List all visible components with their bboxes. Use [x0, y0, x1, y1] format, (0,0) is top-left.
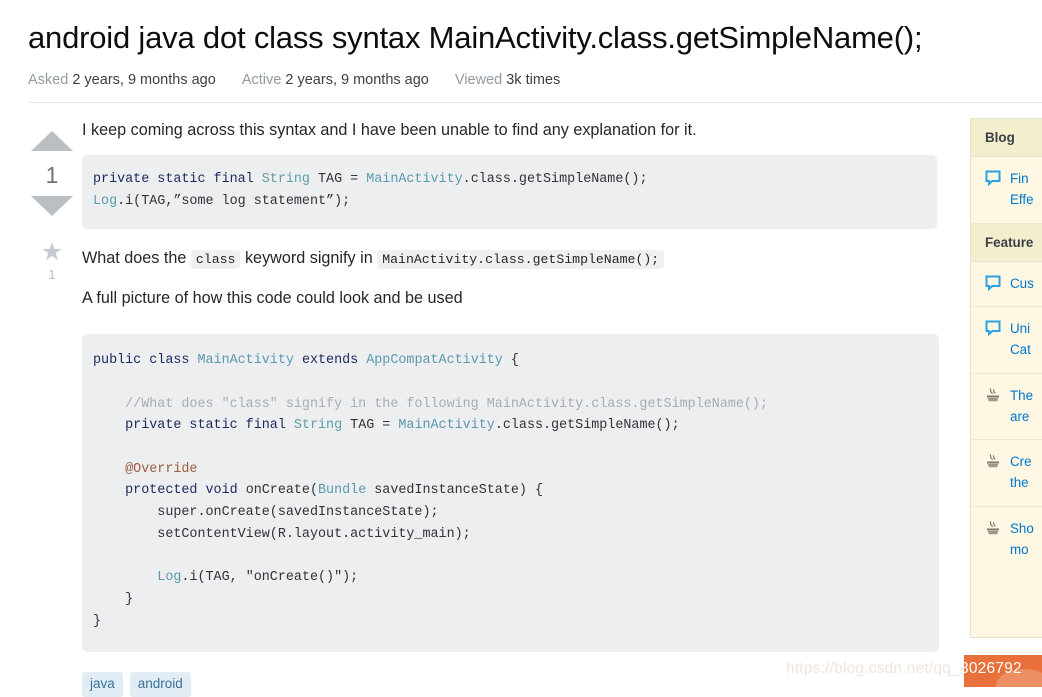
code2-l1-tail: { — [502, 353, 519, 369]
post-paragraph-1: I keep coming across this syntax and I h… — [82, 120, 697, 139]
code1-type-1: String — [261, 172, 310, 188]
code1-tail-1: .class.getSimpleName(); — [462, 172, 648, 188]
tag-java[interactable]: java — [82, 672, 123, 697]
sidebar-item-line2: Effe — [1010, 191, 1034, 207]
code2-l7-tail: savedInstanceState) { — [366, 483, 544, 499]
hot-meta-icon — [985, 453, 1001, 471]
question-body: 1 ★ 1 I keep coming across this syntax a… — [0, 103, 1042, 697]
question-line-middle: keyword signify in — [240, 248, 378, 267]
code2-l1-kw2: extends — [293, 353, 367, 369]
stat-asked-label: Asked — [28, 71, 69, 88]
sidebar-item-line1: Cre — [1010, 454, 1032, 470]
code2-l1-cls2: AppCompatActivity — [366, 353, 503, 369]
code2-l1-kw: public class — [93, 353, 198, 369]
hot-meta-icon — [985, 520, 1001, 538]
sidebar-item-line1: The — [1010, 387, 1034, 403]
stat-asked-value: 2 years, 9 months ago — [72, 71, 216, 88]
code2-l9: setContentView(R.layout.activity_main); — [93, 526, 471, 542]
code2-l11-cls: Log — [93, 570, 182, 586]
stat-viewed-value: 3k times — [506, 71, 561, 88]
speech-bubble-icon — [985, 275, 1001, 293]
question-line-before: What does the — [82, 248, 191, 267]
post-content: I keep coming across this syntax and I h… — [82, 103, 1042, 697]
stat-active: Active 2 years, 9 months ago — [242, 72, 429, 88]
code2-l8: super.onCreate(savedInstanceState); — [93, 505, 439, 521]
code2-l4-type: String — [293, 418, 343, 434]
speech-bubble-icon — [985, 170, 1001, 188]
stat-viewed-label: Viewed — [454, 71, 503, 88]
sidebar-item-featured-0[interactable]: Cus — [971, 262, 1042, 308]
code2-l11-tail: ); — [342, 570, 359, 586]
post-paragraph-2: A full picture of how this code could lo… — [82, 289, 463, 308]
code2-l12: } — [93, 591, 134, 607]
code2-l11-mid: .i(TAG, — [181, 570, 246, 586]
sidebar: Blog Fin Effe Feature Cus Uni Cat The ar… — [970, 118, 1042, 638]
stat-asked: Asked 2 years, 9 months ago — [28, 72, 216, 88]
code2-l4-tail: .class.getSimpleName(); — [494, 418, 680, 434]
triangle-up-icon[interactable] — [31, 130, 73, 151]
sidebar-item-label: Fin Effe — [1010, 169, 1034, 211]
sidebar-item-line2: the — [1010, 475, 1029, 491]
code1-class-1: MainActivity — [366, 172, 463, 188]
code2-l4-kw: private static final — [93, 418, 294, 434]
star-icon[interactable]: ★ — [22, 239, 82, 265]
sidebar-item-label: Sho mo — [1010, 519, 1034, 561]
sidebar-item-line1: Uni — [1010, 321, 1031, 337]
code2-annotation: @Override — [93, 461, 198, 477]
sidebar-section-header-featured: Feature — [971, 223, 1042, 262]
stat-active-value: 2 years, 9 months ago — [285, 71, 429, 88]
code2-l7-plain: onCreate( — [245, 483, 319, 499]
sidebar-item-label: Cus — [1010, 274, 1034, 295]
stat-viewed: Viewed 3k times — [455, 72, 560, 88]
tag-android[interactable]: android — [129, 672, 191, 697]
sidebar-item-line1: Sho — [1010, 520, 1034, 536]
code1-keyword-1: private static final — [93, 172, 262, 188]
post-question-line: What does the class keyword signify in M… — [82, 247, 1028, 270]
code1-class-2: Log — [93, 194, 118, 210]
inline-code-class: class — [190, 249, 241, 269]
vote-count: 1 — [45, 161, 59, 188]
sidebar-item-label: Uni Cat — [1010, 319, 1031, 361]
question-header: android java dot class syntax MainActivi… — [0, 0, 1042, 88]
code2-l4-mid: TAG = — [342, 418, 399, 434]
code1-tail-2: .i(TAG,”some log statement”); — [117, 194, 351, 210]
code2-l13: } — [93, 613, 102, 629]
sidebar-item-line1: Fin — [1010, 171, 1029, 186]
code2-l7-cls: Bundle — [318, 483, 367, 499]
code-block-2: public class MainActivity extends AppCom… — [82, 334, 939, 653]
hot-meta-icon — [985, 387, 1001, 405]
speech-bubble-icon — [985, 320, 1001, 338]
sidebar-section-header-blog: Blog — [971, 119, 1042, 157]
sidebar-item-featured-1[interactable]: Uni Cat — [971, 307, 1042, 374]
code1-mid-1: TAG = — [309, 172, 367, 188]
vote-cell: 1 ★ 1 — [22, 103, 82, 282]
triangle-down-icon[interactable] — [31, 195, 73, 216]
tag-list: java android — [82, 672, 1028, 697]
inline-code-getsimplename: MainActivity.class.getSimpleName(); — [377, 249, 665, 269]
sidebar-item-line2: mo — [1010, 541, 1029, 557]
sidebar-item-featured-2[interactable]: The are — [971, 374, 1042, 441]
sidebar-item-label: The are — [1010, 386, 1033, 428]
page-title: android java dot class syntax MainActivi… — [28, 20, 923, 55]
sidebar-item-label: Cre the — [1010, 452, 1032, 494]
sidebar-item-line2: Cat — [1010, 342, 1031, 358]
sidebar-item-blog-0[interactable]: Fin Effe — [971, 157, 1042, 224]
code-block-1: private static final String TAG = MainAc… — [82, 155, 937, 229]
code2-l7-kw: protected void — [93, 483, 246, 499]
stat-active-label: Active — [241, 71, 282, 88]
sidebar-item-featured-3[interactable]: Cre the — [971, 440, 1042, 507]
sidebar-item-featured-4[interactable]: Sho mo — [971, 507, 1042, 573]
favorite-count: 1 — [48, 266, 56, 282]
sidebar-item-line2: are — [1010, 408, 1030, 424]
code2-l1-cls: MainActivity — [197, 353, 294, 369]
code2-l11-str: "onCreate()" — [245, 570, 343, 586]
code2-comment: //What does "class" signify in the follo… — [93, 396, 768, 412]
code2-l4-cls: MainActivity — [398, 418, 495, 434]
question-stats: Asked 2 years, 9 months ago Active 2 yea… — [28, 72, 1018, 88]
sidebar-item-line1: Cus — [1010, 275, 1034, 291]
